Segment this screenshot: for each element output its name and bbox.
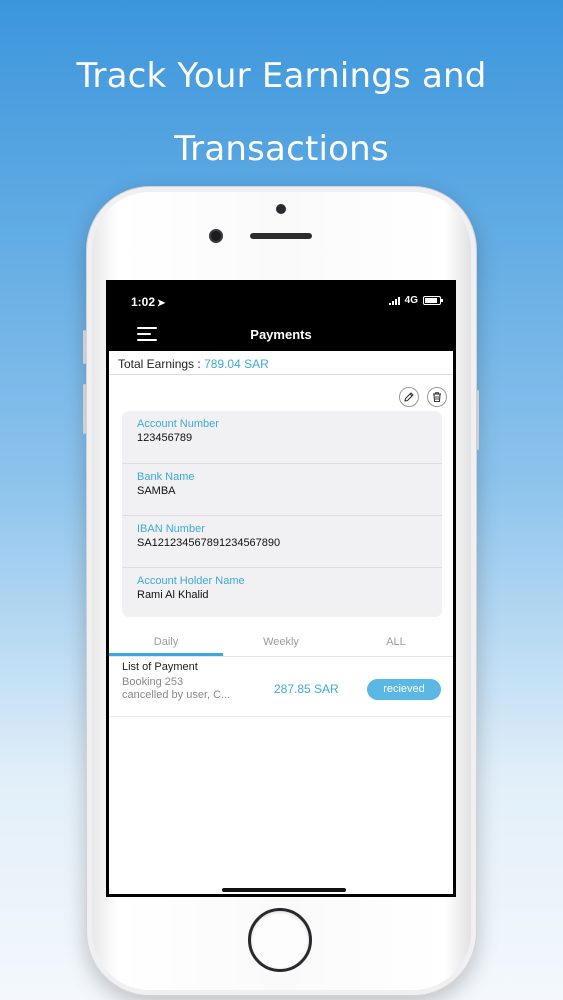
phone-side-button — [83, 384, 86, 434]
phone-side-button — [83, 330, 86, 364]
field-divider — [122, 567, 442, 568]
payment-status-badge: recieved — [367, 679, 441, 700]
network-type: 4G — [404, 295, 418, 306]
field-value: SAMBA — [137, 485, 176, 497]
trash-icon — [433, 392, 441, 403]
delete-button[interactable] — [427, 387, 447, 407]
headline-line-2: Transactions — [174, 129, 389, 169]
field-label: Bank Name — [137, 471, 195, 483]
promo-headline: Track Your Earnings and Transactions — [0, 40, 563, 186]
tab-daily[interactable]: Daily — [109, 636, 223, 648]
field-divider — [122, 515, 442, 516]
payment-row[interactable]: List of Payment Booking 253 cancelled by… — [109, 657, 453, 717]
field-label: Account Number — [137, 418, 219, 430]
payment-amount: 287.85 SAR — [274, 682, 339, 696]
field-divider — [122, 463, 442, 464]
iban-number-field: IBAN Number SA121234567891234567890 — [137, 523, 437, 550]
tab-weekly[interactable]: Weekly — [224, 636, 338, 648]
headline-line-1: Track Your Earnings and — [76, 56, 487, 96]
status-time: 1:02 ➤ — [131, 295, 165, 309]
earpiece-dot — [276, 204, 286, 214]
status-time-text: 1:02 — [131, 295, 156, 309]
front-camera — [209, 229, 223, 243]
total-earnings-label: Total Earnings : — [118, 357, 201, 371]
bank-name-field: Bank Name SAMBA — [137, 471, 437, 498]
total-earnings-value: 789.04 SAR — [204, 357, 269, 371]
account-holder-field: Account Holder Name Rami Al Khalid — [137, 575, 437, 602]
divider — [109, 374, 453, 375]
edit-button[interactable] — [399, 387, 419, 407]
field-label: IBAN Number — [137, 523, 205, 535]
tab-all[interactable]: ALL — [339, 636, 453, 648]
payment-description-line: cancelled by user, C... — [122, 689, 231, 701]
payment-description-line: Booking 253 — [122, 676, 184, 688]
battery-icon — [423, 296, 443, 305]
signal-icon — [388, 296, 400, 305]
account-number-field: Account Number 123456789 — [137, 418, 437, 445]
field-value: SA121234567891234567890 — [137, 537, 281, 549]
pencil-icon — [404, 392, 414, 402]
phone-screen: 1:02 ➤ 4G Payments Total Earnings : 789.0… — [106, 280, 456, 897]
payment-list-title: List of Payment — [122, 661, 198, 673]
status-indicators: 4G — [388, 295, 443, 306]
home-button[interactable] — [248, 908, 312, 972]
payment-description: Booking 253 cancelled by user, C... — [122, 676, 262, 702]
field-label: Account Holder Name — [137, 575, 245, 587]
home-indicator — [222, 888, 346, 892]
bank-details-card: Account Number 123456789 Bank Name SAMBA… — [122, 411, 442, 617]
earpiece-speaker — [250, 233, 312, 239]
app-header: 1:02 ➤ 4G Payments — [109, 283, 453, 351]
total-earnings: Total Earnings : 789.04 SAR — [118, 357, 269, 371]
phone-power-button — [476, 390, 479, 450]
location-arrow-icon: ➤ — [157, 298, 166, 309]
page-title: Payments — [250, 327, 312, 342]
field-value: Rami Al Khalid — [137, 589, 209, 601]
field-value: 123456789 — [137, 432, 193, 444]
